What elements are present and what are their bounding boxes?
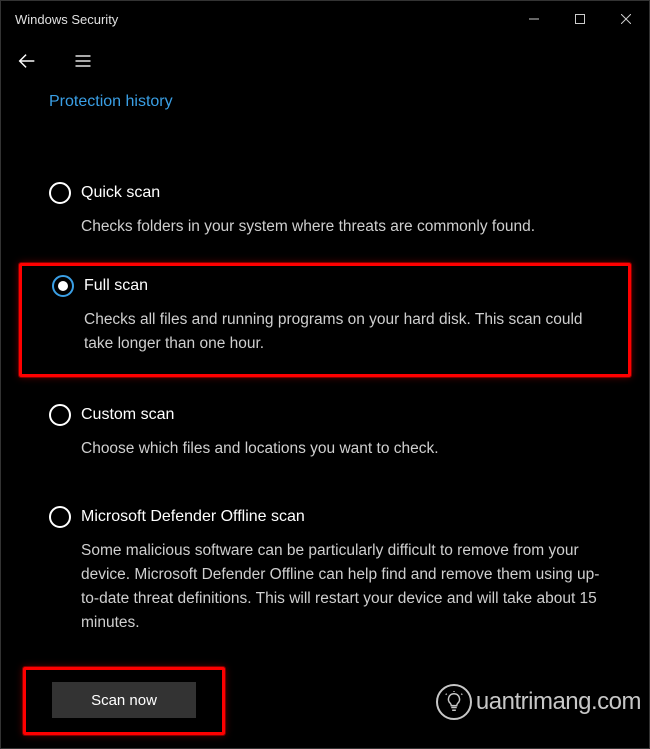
caption-buttons xyxy=(511,1,649,37)
back-button[interactable] xyxy=(13,47,41,75)
option-quick-scan[interactable]: Quick scan Checks folders in your system… xyxy=(19,173,631,257)
option-desc: Some malicious software can be particula… xyxy=(81,539,601,635)
option-desc: Choose which files and locations you wan… xyxy=(81,437,601,461)
option-title: Full scan xyxy=(84,274,598,298)
radio-custom-scan[interactable] xyxy=(49,404,71,426)
radio-full-scan[interactable] xyxy=(52,275,74,297)
option-desc: Checks all files and running programs on… xyxy=(84,308,598,356)
watermark-text: uantrimang.com xyxy=(476,688,641,716)
nav-row xyxy=(1,37,649,85)
minimize-icon xyxy=(529,14,539,24)
watermark: uantrimang.com xyxy=(436,684,641,720)
title-bar: Windows Security xyxy=(1,1,649,37)
minimize-button[interactable] xyxy=(511,1,557,37)
window-title: Windows Security xyxy=(15,12,118,27)
hamburger-icon xyxy=(73,51,93,71)
option-title: Custom scan xyxy=(81,403,601,427)
radio-defender-offline-scan[interactable] xyxy=(49,506,71,528)
option-defender-offline-scan[interactable]: Microsoft Defender Offline scan Some mal… xyxy=(19,497,631,653)
option-text: Custom scan Choose which files and locat… xyxy=(81,403,601,461)
protection-history-link[interactable]: Protection history xyxy=(49,93,173,110)
back-arrow-icon xyxy=(16,50,38,72)
scan-now-wrap: Scan now xyxy=(23,667,225,735)
close-icon xyxy=(621,14,631,24)
protection-history-row: Protection history xyxy=(1,85,649,111)
option-title: Microsoft Defender Offline scan xyxy=(81,505,601,529)
maximize-icon xyxy=(575,14,585,24)
option-title: Quick scan xyxy=(81,181,601,205)
option-custom-scan[interactable]: Custom scan Choose which files and locat… xyxy=(19,395,631,479)
menu-button[interactable] xyxy=(69,47,97,75)
radio-quick-scan[interactable] xyxy=(49,182,71,204)
lightbulb-icon xyxy=(436,684,472,720)
maximize-button[interactable] xyxy=(557,1,603,37)
close-button[interactable] xyxy=(603,1,649,37)
scan-options: Quick scan Checks folders in your system… xyxy=(1,173,649,653)
scan-now-button[interactable]: Scan now xyxy=(52,682,196,718)
option-text: Microsoft Defender Offline scan Some mal… xyxy=(81,505,601,635)
option-text: Quick scan Checks folders in your system… xyxy=(81,181,601,239)
option-desc: Checks folders in your system where thre… xyxy=(81,215,601,239)
option-text: Full scan Checks all files and running p… xyxy=(84,274,598,356)
option-full-scan[interactable]: Full scan Checks all files and running p… xyxy=(19,263,631,377)
